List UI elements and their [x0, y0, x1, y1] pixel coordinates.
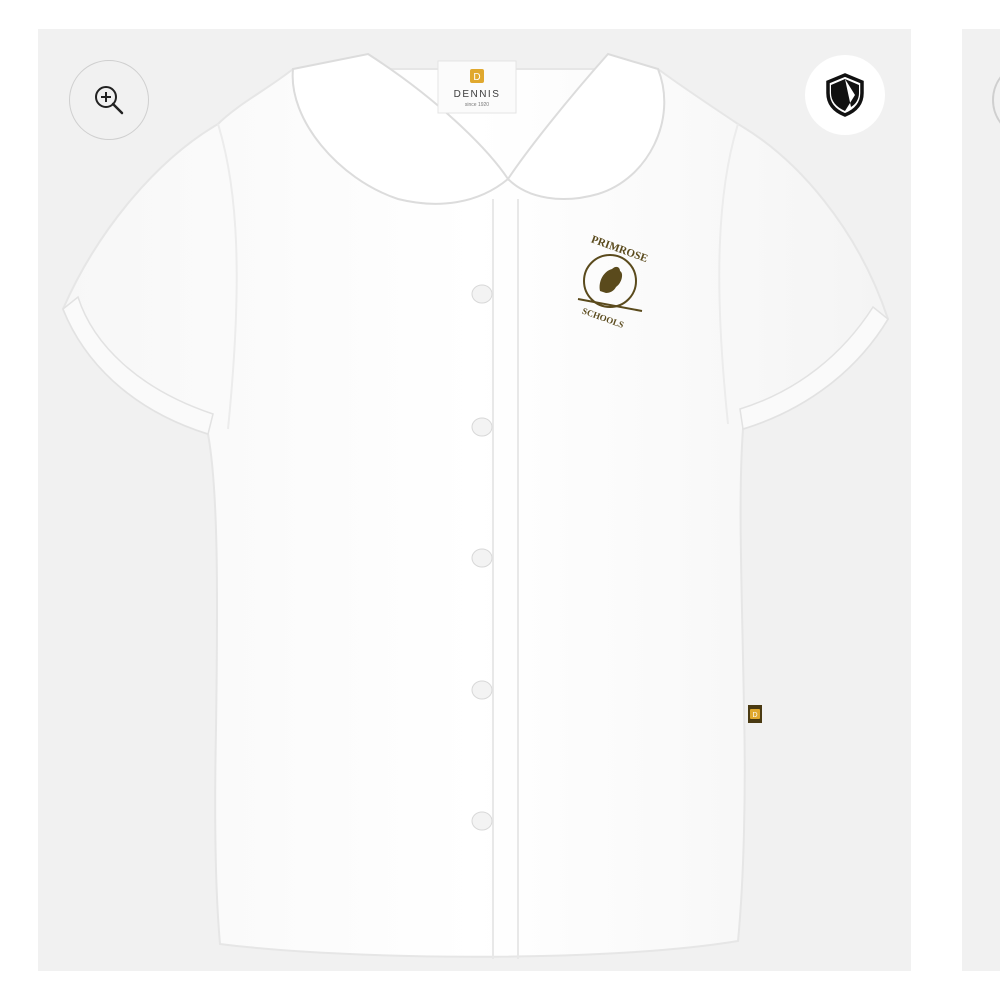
neck-tag: D DENNIS since 1920 [437, 60, 517, 114]
product-gallery-page: D DENNIS since 1920 PRIMROSE SCHOOLS D [0, 0, 1000, 1000]
product-image: D DENNIS since 1920 PRIMROSE SCHOOLS D [61, 52, 890, 959]
neck-tag-since: since 1920 [465, 102, 489, 108]
shield-icon [826, 73, 864, 117]
side-tag-letter: D [752, 712, 757, 719]
side-hem-tag: D [748, 705, 762, 723]
zoom-button[interactable] [69, 60, 149, 140]
shield-badge-button[interactable] [805, 55, 885, 135]
product-image-frame[interactable]: D DENNIS since 1920 PRIMROSE SCHOOLS D [38, 29, 911, 971]
neck-tag-letter: D [473, 72, 480, 83]
next-image-frame[interactable] [962, 29, 1000, 971]
neck-tag-brand: DENNIS [454, 89, 501, 100]
next-zoom-button[interactable] [992, 61, 1000, 139]
zoom-in-icon [95, 86, 124, 115]
